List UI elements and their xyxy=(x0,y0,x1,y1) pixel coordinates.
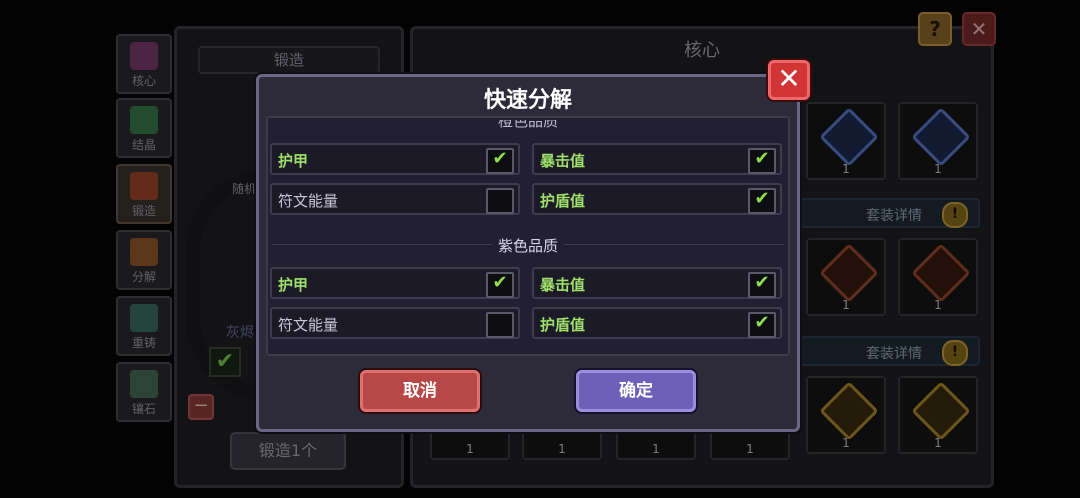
dialog-title: 快速分解 xyxy=(483,88,572,113)
option-row[interactable]: 暴击值 ✔ xyxy=(532,267,782,299)
checkbox-checked[interactable]: ✔ xyxy=(748,272,776,298)
option-label: 暴击值 xyxy=(540,276,586,294)
option-row[interactable]: 符文能量 xyxy=(270,183,520,215)
checkbox-checked[interactable]: ✔ xyxy=(486,148,514,174)
option-label: 护盾值 xyxy=(540,316,586,334)
checkbox-unchecked[interactable] xyxy=(486,312,514,338)
option-label: 暴击值 xyxy=(540,152,586,170)
option-row[interactable]: 护盾值 ✔ xyxy=(532,307,782,339)
option-label: 护盾值 xyxy=(540,192,586,210)
option-label: 护甲 xyxy=(278,152,309,170)
checkbox-checked[interactable]: ✔ xyxy=(748,188,776,214)
close-icon[interactable]: ✕ xyxy=(768,60,810,100)
section-title-text: 紫色品质 xyxy=(491,237,564,255)
option-label: 护甲 xyxy=(278,276,309,294)
option-row[interactable]: 护盾值 ✔ xyxy=(532,183,782,215)
confirm-button[interactable]: 确定 xyxy=(576,370,696,412)
section-title-purple: 紫色品质 xyxy=(266,235,790,256)
option-row[interactable]: 护甲 ✔ xyxy=(270,143,520,175)
cancel-button[interactable]: 取消 xyxy=(360,370,480,412)
option-row[interactable]: 符文能量 xyxy=(270,307,520,339)
checkbox-checked[interactable]: ✔ xyxy=(748,148,776,174)
option-label: 符文能量 xyxy=(278,316,339,334)
option-label: 符文能量 xyxy=(278,192,339,210)
option-row[interactable]: 护甲 ✔ xyxy=(270,267,520,299)
checkbox-checked[interactable]: ✔ xyxy=(486,272,514,298)
checkbox-unchecked[interactable] xyxy=(486,188,514,214)
option-row[interactable]: 暴击值 ✔ xyxy=(532,143,782,175)
checkbox-checked[interactable]: ✔ xyxy=(748,312,776,338)
